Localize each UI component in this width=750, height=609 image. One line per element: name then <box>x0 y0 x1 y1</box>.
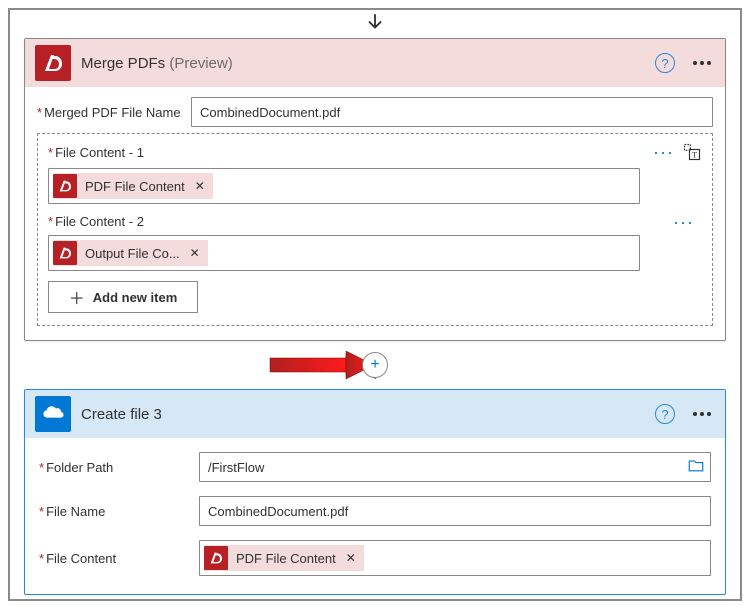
item-menu-button[interactable]: ··· <box>653 147 674 157</box>
flow-canvas: Merge PDFs (Preview) ? * Merged PDF File… <box>8 8 742 601</box>
output-file-content-token[interactable]: Output File Co... ✕ <box>53 240 208 266</box>
folder-path-row: *Folder Path <box>39 452 711 482</box>
remove-token-icon[interactable]: ✕ <box>195 179 205 193</box>
more-menu-button[interactable] <box>689 57 715 69</box>
create-file-header[interactable]: Create file 3 ? <box>25 390 725 438</box>
merged-filename-row: * Merged PDF File Name <box>37 97 713 127</box>
insert-step-button[interactable]: + <box>362 352 388 378</box>
folder-path-input[interactable] <box>199 452 711 482</box>
file-content-1-row: *File Content - 1 ··· T <box>48 142 702 162</box>
file-content-1-label-text: File Content - 1 <box>55 145 144 160</box>
create-file-body: *Folder Path *File Name *File Content <box>25 438 725 594</box>
file-content-1-input[interactable]: PDF File Content ✕ <box>48 168 640 204</box>
help-icon[interactable]: ? <box>655 53 675 73</box>
file-content-label-text: File Content <box>46 551 116 566</box>
file-content-2-label: *File Content - 2 <box>48 214 673 229</box>
merged-filename-label: * Merged PDF File Name <box>37 105 191 120</box>
connector-arrow-top <box>10 10 740 38</box>
file-name-label: *File Name <box>39 504 199 519</box>
file-content-2-label-text: File Content - 2 <box>55 214 144 229</box>
adobe-icon <box>53 174 77 198</box>
adobe-icon <box>53 241 77 265</box>
merged-filename-label-text: Merged PDF File Name <box>44 105 181 120</box>
remove-token-icon[interactable]: ✕ <box>190 246 200 260</box>
required-asterisk: * <box>39 551 44 566</box>
folder-path-label-text: Folder Path <box>46 460 113 475</box>
merged-filename-input[interactable] <box>191 97 713 127</box>
folder-path-label: *Folder Path <box>39 460 199 475</box>
file-content-2-row: *File Content - 2 ··· <box>48 214 702 229</box>
more-menu-button[interactable] <box>689 408 715 420</box>
connector-region: + <box>10 341 740 389</box>
required-asterisk: * <box>48 145 53 160</box>
onedrive-icon <box>35 396 71 432</box>
create-file-title: Create file 3 <box>81 406 655 423</box>
help-icon[interactable]: ? <box>655 404 675 424</box>
add-new-item-label: Add new item <box>93 290 178 305</box>
svg-text:T: T <box>692 150 697 159</box>
dynamic-content-icon[interactable]: T <box>682 142 702 162</box>
preview-label: (Preview) <box>169 55 232 72</box>
required-asterisk: * <box>39 504 44 519</box>
merge-card-body: * Merged PDF File Name *File Content - 1… <box>25 87 725 340</box>
merge-pdfs-card: Merge PDFs (Preview) ? * Merged PDF File… <box>24 38 726 341</box>
file-content-label: *File Content <box>39 551 199 566</box>
file-content-1-label: *File Content - 1 <box>48 145 653 160</box>
file-name-input[interactable] <box>199 496 711 526</box>
remove-token-icon[interactable]: ✕ <box>346 551 356 565</box>
file-content-panel: *File Content - 1 ··· T PDF File Content… <box>37 133 713 326</box>
add-new-item-button[interactable]: ＋ Add new item <box>48 281 198 313</box>
pdf-file-content-token[interactable]: PDF File Content ✕ <box>204 545 364 571</box>
adobe-icon <box>204 546 228 570</box>
file-content-row: *File Content PDF File Content ✕ <box>39 540 711 576</box>
merge-title-text: Merge PDFs <box>81 55 165 72</box>
merge-pdfs-title: Merge PDFs (Preview) <box>81 55 655 72</box>
plus-icon: ＋ <box>69 285 85 309</box>
adobe-icon <box>35 45 71 81</box>
token-label: Output File Co... <box>85 246 180 261</box>
item-menu-button[interactable]: ··· <box>673 217 694 227</box>
token-label: PDF File Content <box>236 551 336 566</box>
pdf-file-content-token[interactable]: PDF File Content ✕ <box>53 173 213 199</box>
folder-picker-icon[interactable] <box>687 457 705 478</box>
merge-pdfs-header[interactable]: Merge PDFs (Preview) ? <box>25 39 725 87</box>
file-content-input[interactable]: PDF File Content ✕ <box>199 540 711 576</box>
required-asterisk: * <box>39 460 44 475</box>
create-file-card: Create file 3 ? *Folder Path *File Name <box>24 389 726 595</box>
file-name-row: *File Name <box>39 496 711 526</box>
token-label: PDF File Content <box>85 179 185 194</box>
required-asterisk: * <box>48 214 53 229</box>
file-name-label-text: File Name <box>46 504 105 519</box>
required-asterisk: * <box>37 105 42 120</box>
file-content-2-input[interactable]: Output File Co... ✕ <box>48 235 640 271</box>
